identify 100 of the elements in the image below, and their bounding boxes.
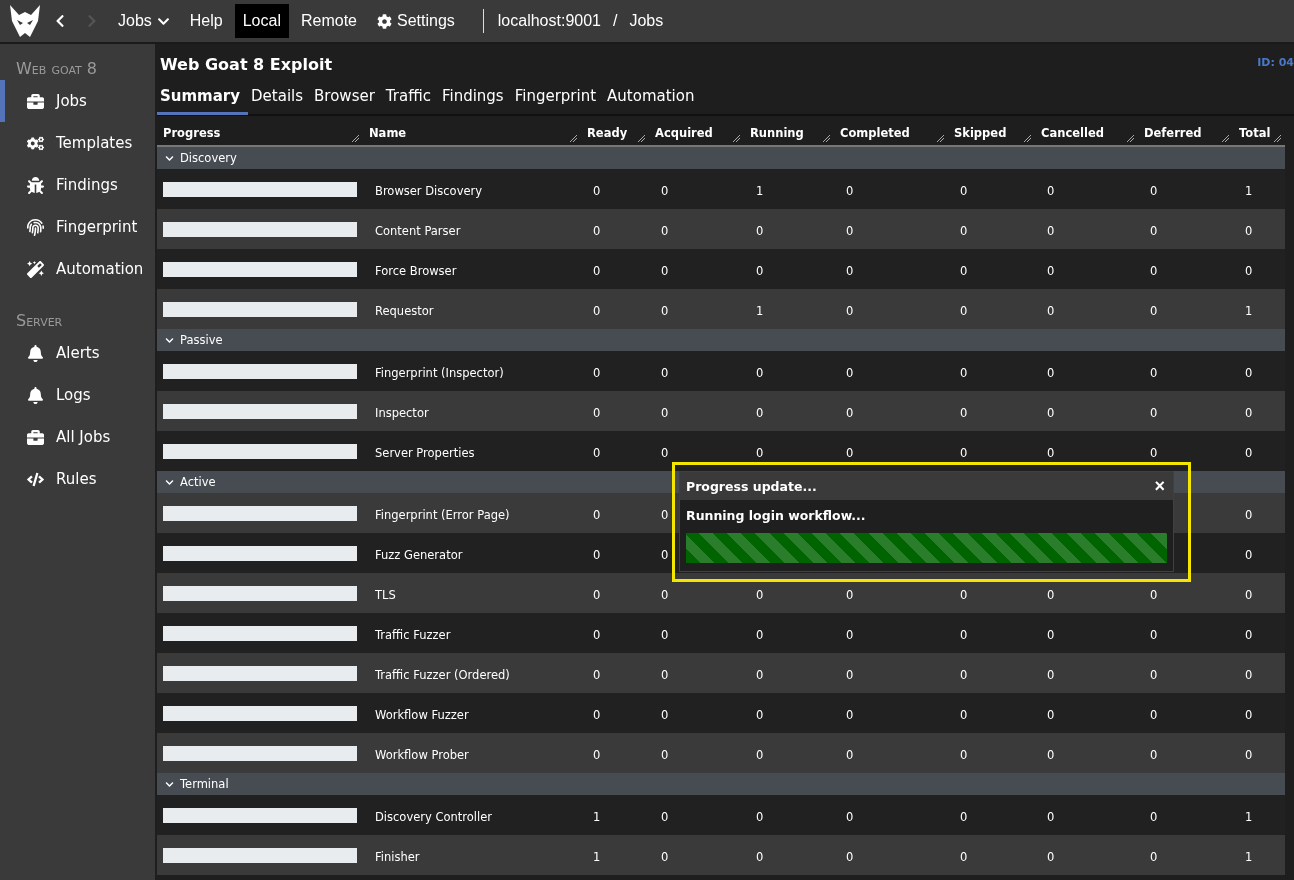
count-cell-text: 0 (1149, 747, 1158, 762)
count-cell-text: 0 (1046, 707, 1055, 722)
count-cell-text: 0 (592, 547, 601, 562)
count-cell-text: 0 (592, 627, 601, 642)
count-cell-text: 0 (845, 183, 854, 198)
job-name: TLS (374, 587, 396, 602)
count-cell-text: 0 (592, 263, 601, 278)
count-cell-text: 0 (755, 263, 764, 278)
count-cell-text: 0 (660, 365, 669, 380)
count-cell-text: 0 (1046, 587, 1055, 602)
count-cell-text: 0 (959, 223, 968, 238)
count-cell-text: 0 (1149, 445, 1158, 460)
count-cell-text: 0 (1244, 747, 1253, 762)
count-cell-text: 1 (1244, 809, 1253, 824)
count-cell-text: 0 (592, 707, 601, 722)
count-cell-text: 0 (1244, 587, 1253, 602)
count-cell-text: 0 (1149, 667, 1158, 682)
count-cell-text: 0 (592, 507, 601, 522)
count-cell-text: 0 (660, 183, 669, 198)
count-cell-text: 0 (959, 809, 968, 824)
count-cell-text: 0 (755, 707, 764, 722)
job-name: Inspector (374, 405, 429, 420)
job-name: Fingerprint (Error Page) (374, 507, 510, 522)
count-cell-text: 0 (1244, 223, 1253, 238)
count-cell-text: 0 (845, 707, 854, 722)
job-name: Content Parser (374, 223, 461, 238)
count-cell-text: 0 (592, 303, 601, 318)
count-cell-text: 0 (755, 223, 764, 238)
count-cell-text: 0 (845, 263, 854, 278)
count-cell-text: 0 (660, 263, 669, 278)
count-cell-text: 0 (755, 445, 764, 460)
count-cell-text: 0 (1149, 849, 1158, 864)
count-cell-text: 0 (1046, 809, 1055, 824)
count-cell-text: 0 (755, 587, 764, 602)
count-cell-text: 0 (660, 747, 669, 762)
count-cell-text: 0 (660, 445, 669, 460)
count-cell-text: 0 (592, 183, 601, 198)
count-cell-text: 0 (1244, 263, 1253, 278)
job-name: Fingerprint (Inspector) (374, 365, 504, 380)
count-cell-text: 1 (1244, 183, 1253, 198)
dialog-title: Progress update... (686, 478, 817, 494)
count-cell-text: 0 (845, 365, 854, 380)
count-cell-text: 1 (592, 809, 601, 824)
count-cell-text: 0 (1046, 303, 1055, 318)
count-cell-text: 0 (959, 183, 968, 198)
count-cell-text: 0 (660, 303, 669, 318)
count-cell-text: 0 (1149, 183, 1158, 198)
count-cell-text: 0 (755, 405, 764, 420)
job-name: Browser Discovery (374, 183, 483, 198)
count-cell-text: 0 (1149, 405, 1158, 420)
count-cell-text: 0 (959, 587, 968, 602)
count-cell-text: 0 (845, 747, 854, 762)
count-cell-text: 0 (592, 405, 601, 420)
count-cell-text: 0 (1046, 667, 1055, 682)
count-cell-text: 0 (1244, 667, 1253, 682)
group-title: Terminal (180, 777, 229, 791)
count-cell-text: 0 (1149, 303, 1158, 318)
count-cell-text: 0 (755, 747, 764, 762)
count-cell-text: 0 (592, 747, 601, 762)
count-cell-text: 0 (959, 627, 968, 642)
count-cell-text: 0 (1244, 627, 1253, 642)
job-name: Workflow Fuzzer (374, 707, 469, 722)
count-cell-text: 1 (755, 183, 764, 198)
count-cell-text: 0 (1149, 809, 1158, 824)
count-cell-text: 0 (755, 667, 764, 682)
count-cell-text: 0 (592, 223, 601, 238)
count-cell-text: 0 (1046, 627, 1055, 642)
group-title: Passive (180, 333, 223, 347)
count-cell-text: 0 (755, 627, 764, 642)
count-cell-text: 0 (1046, 223, 1055, 238)
job-id: ID: 04 (1257, 56, 1294, 69)
count-cell-text: 0 (660, 223, 669, 238)
count-cell-text: 0 (592, 587, 601, 602)
count-cell-text: 0 (660, 627, 669, 642)
job-name: Requestor (374, 303, 434, 318)
count-cell-text: 0 (660, 707, 669, 722)
count-cell-text: 0 (959, 263, 968, 278)
count-cell-text: 0 (1149, 365, 1158, 380)
count-cell-text: 0 (845, 303, 854, 318)
page-title: Web Goat 8 Exploit (160, 54, 333, 74)
count-cell-text: 0 (845, 849, 854, 864)
count-cell-text: 0 (1046, 183, 1055, 198)
count-cell-text: 0 (592, 365, 601, 380)
count-cell-text: 0 (660, 507, 669, 522)
job-name: Finisher (374, 849, 420, 864)
count-cell-text: 0 (1149, 627, 1158, 642)
count-cell-text: 0 (592, 445, 601, 460)
count-cell-text: 0 (1244, 547, 1253, 562)
count-cell-text: 0 (660, 547, 669, 562)
count-cell-text: 0 (959, 849, 968, 864)
count-cell-text: 0 (1046, 405, 1055, 420)
count-cell-text: 1 (592, 849, 601, 864)
count-cell-text: 0 (1149, 223, 1158, 238)
count-cell-text: 0 (1244, 365, 1253, 380)
job-name: Fuzz Generator (374, 547, 463, 562)
count-cell-text: 0 (959, 445, 968, 460)
count-cell-text: 0 (1149, 263, 1158, 278)
count-cell-text: 0 (1149, 587, 1158, 602)
count-cell-text: 0 (755, 809, 764, 824)
count-cell-text: 0 (845, 445, 854, 460)
